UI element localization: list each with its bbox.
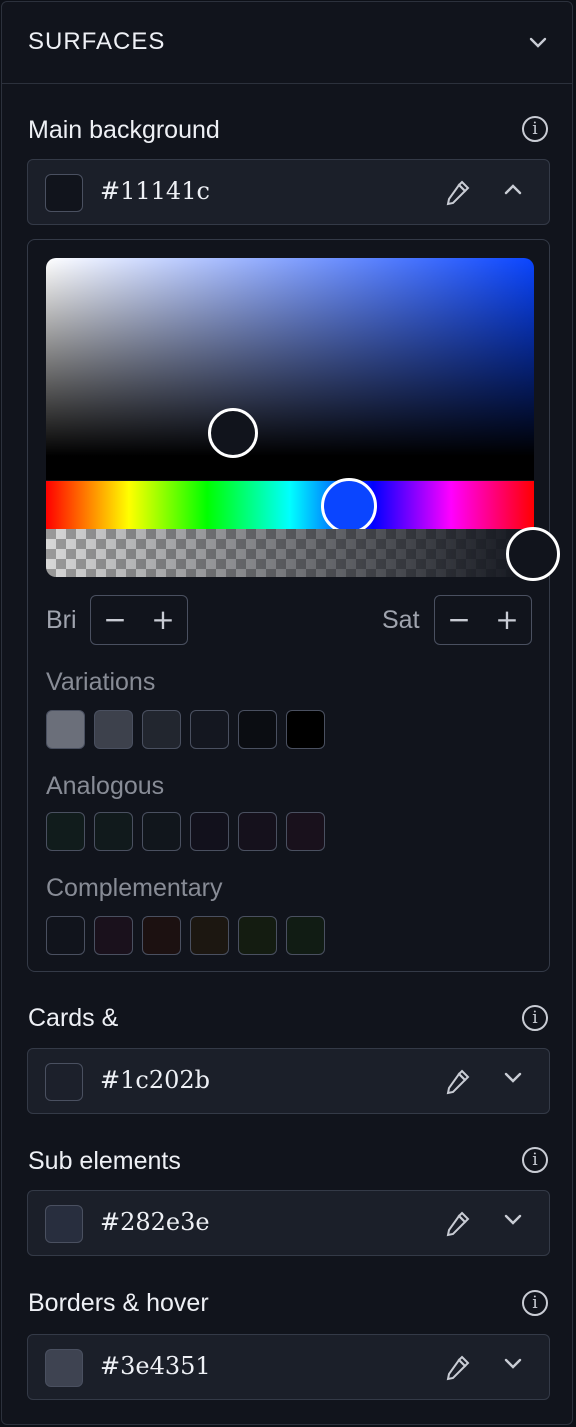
complementary-chips [46,916,336,956]
sub-elements-label: Sub elements [28,1147,181,1175]
eyedropper-icon[interactable] [442,178,472,208]
saturation-stepper: − + [434,595,532,645]
color-swatch[interactable] [45,174,83,212]
color-chip[interactable] [190,812,229,851]
color-chip[interactable] [190,710,229,749]
info-icon[interactable]: i [522,116,548,142]
brightness-stepper: − + [90,595,188,645]
alpha-slider[interactable] [46,529,534,577]
borders-hover-field[interactable]: #3e4351 [27,1334,550,1400]
saturation-label: Sat [382,606,420,634]
info-icon[interactable]: i [522,1147,548,1173]
section-title: SURFACES [28,28,166,55]
info-icon[interactable]: i [522,1005,548,1031]
chevron-down-icon[interactable] [502,1357,524,1371]
color-chip[interactable] [46,710,85,749]
info-icon[interactable]: i [522,1290,548,1316]
eyedropper-icon[interactable] [442,1209,472,1239]
hex-value[interactable]: #11141c [100,177,210,205]
color-chip[interactable] [142,812,181,851]
sub-elements-field[interactable]: #282e3e [27,1190,550,1256]
color-chip[interactable] [46,916,85,955]
hue-slider[interactable] [46,481,534,529]
color-chip[interactable] [46,812,85,851]
chevron-down-icon[interactable] [528,36,548,50]
saturation-brightness-handle[interactable] [208,408,258,458]
hex-value[interactable]: #3e4351 [100,1352,211,1380]
variations-label: Variations [46,668,156,696]
color-swatch[interactable] [45,1205,83,1243]
saturation-brightness-floor [46,456,534,480]
chevron-down-icon[interactable] [502,1213,524,1227]
variations-chips [46,710,336,750]
color-chip[interactable] [286,710,325,749]
analogous-label: Analogous [46,772,165,800]
color-chip[interactable] [286,916,325,955]
alpha-handle[interactable] [506,527,560,581]
brightness-label: Bri [46,606,77,634]
eyedropper-icon[interactable] [442,1067,472,1097]
color-chip[interactable] [94,710,133,749]
color-chip[interactable] [142,710,181,749]
surfaces-panel: SURFACES Main background i #11141c Bri −… [1,1,573,1425]
brightness-minus-button[interactable]: − [97,602,133,638]
chevron-up-icon[interactable] [502,182,524,196]
color-swatch[interactable] [45,1349,83,1387]
color-chip[interactable] [142,916,181,955]
hex-value[interactable]: #282e3e [100,1208,210,1236]
saturation-minus-button[interactable]: − [441,602,477,638]
main-background-label: Main background [28,116,220,144]
color-chip[interactable] [238,916,277,955]
borders-hover-label: Borders & hover [28,1289,209,1317]
color-chip[interactable] [286,812,325,851]
eyedropper-icon[interactable] [442,1353,472,1383]
saturation-brightness-area[interactable] [46,258,534,456]
cards-label: Cards & [28,1004,119,1032]
complementary-label: Complementary [46,874,223,902]
chevron-down-icon[interactable] [502,1071,524,1085]
hex-value[interactable]: #1c202b [100,1066,210,1094]
cards-field[interactable]: #1c202b [27,1048,550,1114]
color-chip[interactable] [94,916,133,955]
brightness-plus-button[interactable]: + [145,602,181,638]
saturation-plus-button[interactable]: + [489,602,525,638]
main-background-field[interactable]: #11141c [27,159,550,225]
color-chip[interactable] [238,812,277,851]
color-picker: Bri − + Sat − + Variations Analogous Com… [27,239,560,972]
color-chip[interactable] [190,916,229,955]
analogous-chips [46,812,336,852]
surfaces-header[interactable]: SURFACES [2,2,572,84]
hue-handle[interactable] [321,478,377,534]
color-chip[interactable] [238,710,277,749]
color-chip[interactable] [94,812,133,851]
color-swatch[interactable] [45,1063,83,1101]
